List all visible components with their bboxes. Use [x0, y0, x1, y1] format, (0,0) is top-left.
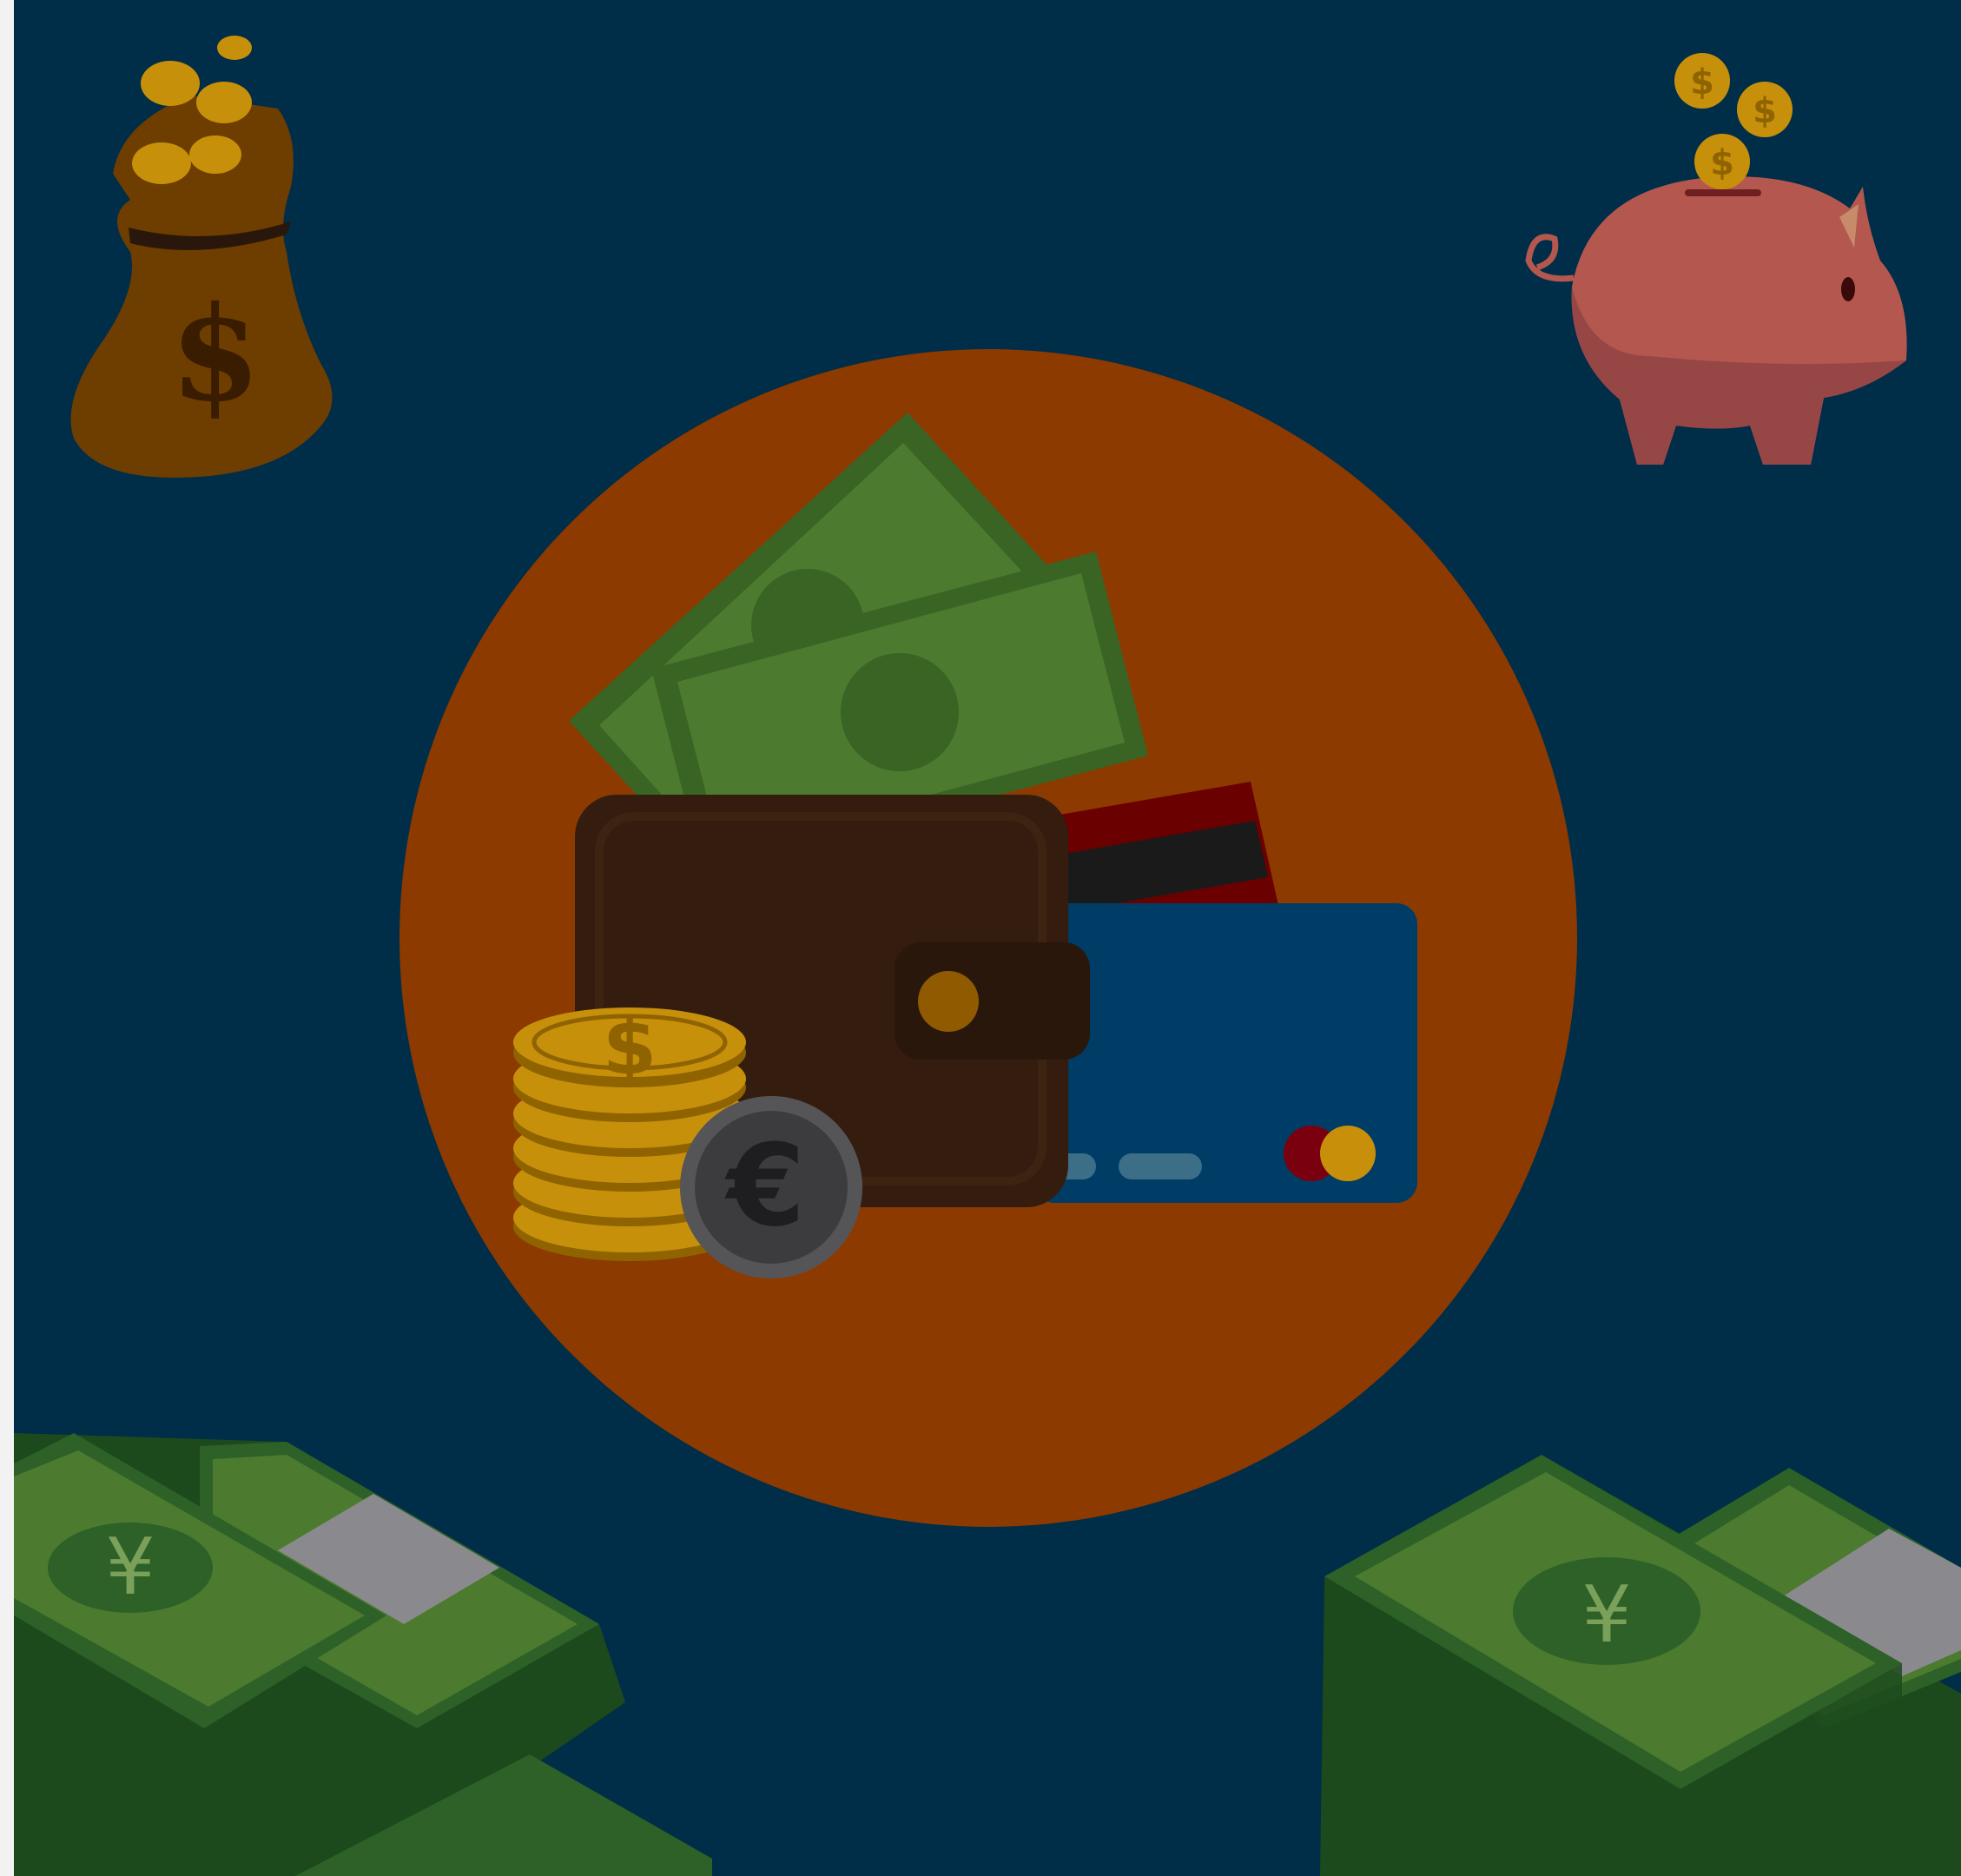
gold-coin — [196, 82, 252, 123]
gold-coin — [217, 36, 252, 60]
dollar-sign: $ — [1690, 63, 1714, 102]
left-edge-strip — [0, 0, 14, 1876]
gold-coin — [141, 61, 200, 106]
euro-coin-icon: € — [680, 1096, 862, 1278]
wallet-button — [918, 971, 979, 1032]
illustration-canvas: $ $ $ $ $ € ¥ ¥ — [0, 0, 1961, 1876]
yen-sign: ¥ — [1581, 1569, 1631, 1661]
credit-card-icon — [1033, 903, 1417, 1203]
piggy-eye — [1841, 277, 1855, 301]
finance-illustration: $ $ $ $ $ € ¥ ¥ — [0, 0, 1961, 1876]
dollar-sign: $ — [1753, 91, 1777, 131]
euro-sign: € — [724, 1120, 805, 1252]
dollar-sign: $ — [170, 278, 261, 431]
card-number-group — [1119, 1153, 1202, 1179]
dollar-sign: $ — [603, 1001, 657, 1093]
gold-coin — [132, 142, 191, 184]
card-logo-circle — [1320, 1126, 1376, 1181]
gold-coin — [189, 135, 241, 174]
dollar-sign: $ — [1710, 143, 1734, 183]
yen-sign: ¥ — [105, 1522, 155, 1613]
